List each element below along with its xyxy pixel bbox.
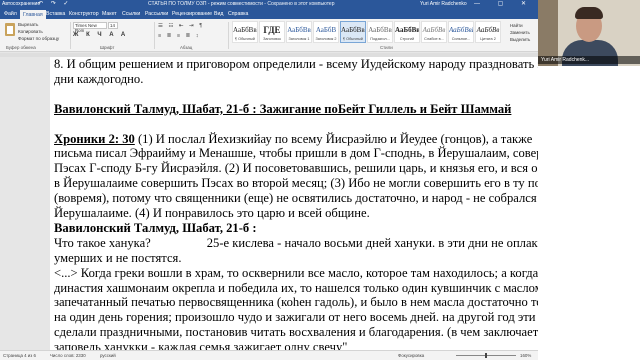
zoom-level[interactable]: 160% [520, 353, 531, 358]
format-painter-button[interactable]: Формат по образцу [18, 36, 59, 41]
autosave-toggle[interactable]: Автосохранение [2, 0, 40, 9]
text-line: умерших и не постятся. [54, 250, 182, 265]
text-line: <...> Когда греки вошли в храм, то оскве… [54, 265, 538, 280]
chronicles-text: (1) И послал Йехизкийау по всему Йисраэй… [134, 131, 533, 146]
focus-mode-button[interactable]: Фокусировка [398, 353, 424, 358]
tab-review[interactable]: Рецензирование [172, 11, 212, 17]
ribbon-tabs: Файл Главная Вставка Конструктор Макет С… [0, 9, 538, 19]
style-strong[interactable]: АаБбВвГСтрогий [394, 21, 420, 43]
style-intense-emphasis[interactable]: АаБбВвГ Сильное... [448, 21, 474, 43]
select-button[interactable]: Выделить [510, 36, 530, 43]
text-line: в Йерушалаиме совершить Пэсах во второй … [54, 176, 538, 191]
style-normal[interactable]: АаБбВвГ ¶ Обычный [232, 21, 258, 43]
group-divider [70, 22, 71, 49]
word-count[interactable]: Число слов: 2330 [50, 353, 86, 358]
text-line: сделали праздничными, постановив читать … [54, 325, 538, 340]
page-counter[interactable]: Страница 4 из 6 [3, 353, 36, 358]
font-name-select[interactable]: Times New Rom [73, 22, 107, 33]
style-normal-selected[interactable]: АаБбВвГ ¶ Обычный [340, 21, 366, 43]
font-size-select[interactable]: 14 [108, 22, 118, 29]
tab-home[interactable]: Главная [20, 10, 46, 19]
clipboard-icon [5, 23, 15, 36]
style-heading-1[interactable]: АаБбВв Заголовок 1 [286, 21, 312, 43]
text-line: Что такое ханука? 25-е кислева - начало в… [54, 236, 538, 251]
paragraph-group-label: Абзац [180, 45, 193, 50]
cut-button[interactable]: Вырезать [18, 22, 38, 27]
list-buttons[interactable]: ☰ ☷ ⇤ ⇥ ¶ [158, 23, 204, 29]
style-title[interactable]: ГДЕ Заголовок [259, 21, 285, 43]
tab-insert[interactable]: Вставка [46, 11, 65, 17]
text-line: на один день горения; произошло чудо и з… [54, 310, 538, 325]
side-panel [538, 66, 640, 360]
style-quote-2[interactable]: АаБбВв Цитата 2 [475, 21, 501, 43]
document-title: СТАТЬЯ ПО ТОЛМУ ОЗП - режим совместимост… [148, 1, 335, 7]
tab-file[interactable]: Файл [4, 11, 17, 17]
replace-button[interactable]: Заменить [510, 29, 530, 36]
section-heading: Вавилонский Талмуд, Шабат, 21-б : [54, 220, 257, 235]
text-line: дни каждогодно. [54, 71, 144, 86]
participant-hair [575, 7, 603, 19]
status-bar: Страница 4 из 6 Число слов: 2330 русский… [0, 350, 538, 360]
editing-group: Найти Заменить Выделить [510, 22, 530, 43]
tab-references[interactable]: Ссылки [122, 11, 140, 17]
style-subtitle[interactable]: АаБбВв Подзагол... [367, 21, 393, 43]
style-heading-2[interactable]: АаБбВ Заголовок 2 [313, 21, 339, 43]
tab-help[interactable]: Справка [228, 11, 248, 17]
group-divider [154, 22, 155, 49]
text-line: 8. И общим решением и приговором определ… [54, 57, 538, 71]
copy-button[interactable]: Копировать [18, 29, 43, 34]
video-participant-tile[interactable]: Yuri Amir Radchenk... [538, 0, 640, 66]
font-group-label: Шрифт [100, 45, 115, 50]
paste-button[interactable] [3, 22, 17, 40]
styles-group-label: Стили [380, 45, 393, 50]
find-button[interactable]: Найти [510, 22, 530, 29]
section-heading: Вавилонский Талмуд, Шабат, 21-б : Зажига… [54, 101, 512, 116]
title-bar: Автосохранение ↶ ↷ ✓ СТАТЬЯ ПО ТОЛМУ ОЗП… [0, 0, 538, 9]
window-controls[interactable]: — ▢ ✕ [474, 0, 534, 9]
document-area[interactable]: 8. И общим решением и приговором определ… [0, 57, 538, 350]
clipboard-group-label: Буфер обмена [6, 45, 36, 50]
quick-access-toolbar[interactable]: ↶ ↷ ✓ [38, 1, 71, 8]
answer-text: 25-е кислева - начало восьми дней хануки… [206, 235, 538, 250]
text-line: Йерушалаиме. (4) И понравилось это царю … [54, 206, 370, 221]
participant-name: Yuri Amir Radchenk... [538, 56, 640, 64]
text-line: династия хашмонаим окрепла и победила их… [54, 280, 538, 295]
text-line: письма писал Эфраийму и Менашше, чтобы п… [54, 146, 538, 161]
ribbon-home: Вырезать Копировать Формат по образцу Бу… [0, 19, 538, 52]
group-divider [228, 22, 229, 49]
style-subtle-emphasis[interactable]: АаБбВв Слабое в... [421, 21, 447, 43]
text-line: Хроники 2: 30 (1) И послал Йехизкийау по… [54, 132, 538, 147]
align-buttons[interactable]: ≡ ≣ ≡ ≣ ↕ [158, 33, 201, 39]
account-name[interactable]: Yuri Amir Radchenko [420, 0, 467, 9]
text-line: (вовремя), потому что священники (еще) н… [54, 191, 538, 206]
tab-design[interactable]: Конструктор [69, 11, 99, 17]
tab-view[interactable]: Вид [214, 11, 223, 17]
tab-mailings[interactable]: Рассылки [145, 11, 168, 17]
chronicles-reference: Хроники 2: 30 [54, 131, 135, 146]
document-text[interactable]: 8. И общим решением и приговором определ… [54, 57, 538, 350]
text-line: Пэсах Г-споду Б-гу Йисраэйля. (2) И посо… [54, 161, 538, 176]
text-line: заповедь ханукки - каждая семья зажигает… [54, 340, 348, 350]
language-indicator[interactable]: русский [100, 353, 116, 358]
text-line: запечатанный печатью первосвященника (ко… [54, 295, 538, 310]
font-format-buttons[interactable]: Ж К Ч A A [73, 32, 128, 38]
tab-layout[interactable]: Макет [102, 11, 117, 17]
zoom-slider-thumb[interactable] [485, 353, 487, 358]
question-text: Что такое ханука? [54, 235, 151, 250]
